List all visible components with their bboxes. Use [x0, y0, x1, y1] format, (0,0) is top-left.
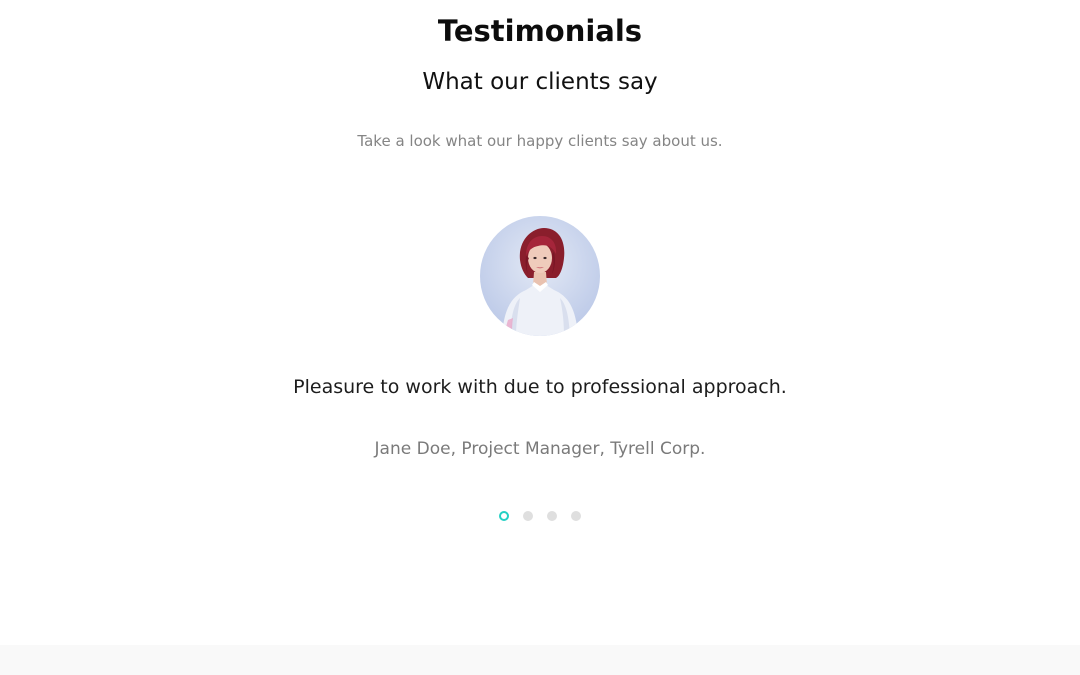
testimonial-author: Jane Doe, Project Manager, Tyrell Corp. [374, 439, 706, 459]
section-title: Testimonials [437, 14, 643, 48]
client-avatar [480, 216, 600, 336]
carousel-dot-3[interactable] [547, 511, 557, 521]
carousel-dot-4[interactable] [571, 511, 581, 521]
carousel-dot-1[interactable] [499, 511, 509, 521]
footer-band [0, 645, 1080, 675]
carousel-dot-2[interactable] [523, 511, 533, 521]
client-photo [502, 228, 578, 336]
section-lead: Take a look what our happy clients say a… [357, 132, 723, 150]
testimonial-quote: Pleasure to work with due to professiona… [293, 376, 787, 398]
testimonials-section: Testimonials What our clients say Take a… [0, 0, 1080, 645]
carousel-pagination [0, 509, 1080, 523]
section-subtitle: What our clients say [422, 69, 658, 95]
